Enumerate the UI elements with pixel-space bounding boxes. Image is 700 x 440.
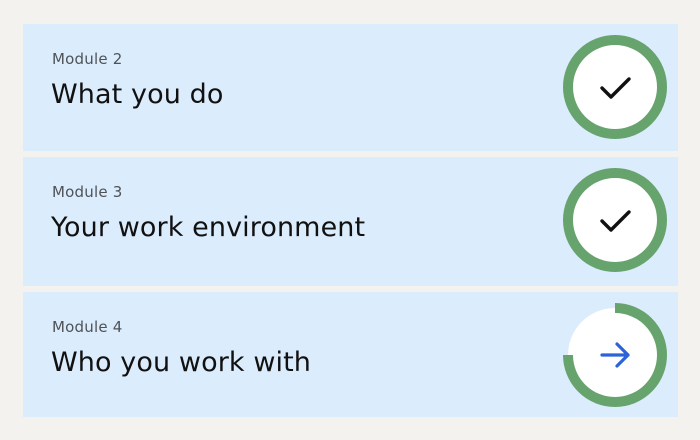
module-title: Your work environment [51, 212, 366, 243]
completion-ring[interactable] [562, 34, 668, 140]
completion-ring-svg [563, 168, 667, 272]
progress-ring[interactable] [562, 302, 668, 408]
module-card-4[interactable]: Module 4 Who you work with [23, 292, 678, 417]
module-title: What you do [51, 79, 224, 110]
module-number: Module 3 [52, 183, 123, 201]
module-card-2[interactable]: Module 2 What you do [23, 24, 678, 151]
completion-ring-svg [563, 35, 667, 139]
module-number: Module 4 [52, 318, 123, 336]
module-title: Who you work with [51, 347, 312, 378]
progress-ring-svg [563, 303, 667, 408]
module-list: Module 2 What you do Module 3 Your work … [23, 24, 678, 417]
completion-ring[interactable] [562, 167, 668, 273]
module-card-3[interactable]: Module 3 Your work environment [23, 157, 678, 286]
module-number: Module 2 [52, 50, 123, 68]
